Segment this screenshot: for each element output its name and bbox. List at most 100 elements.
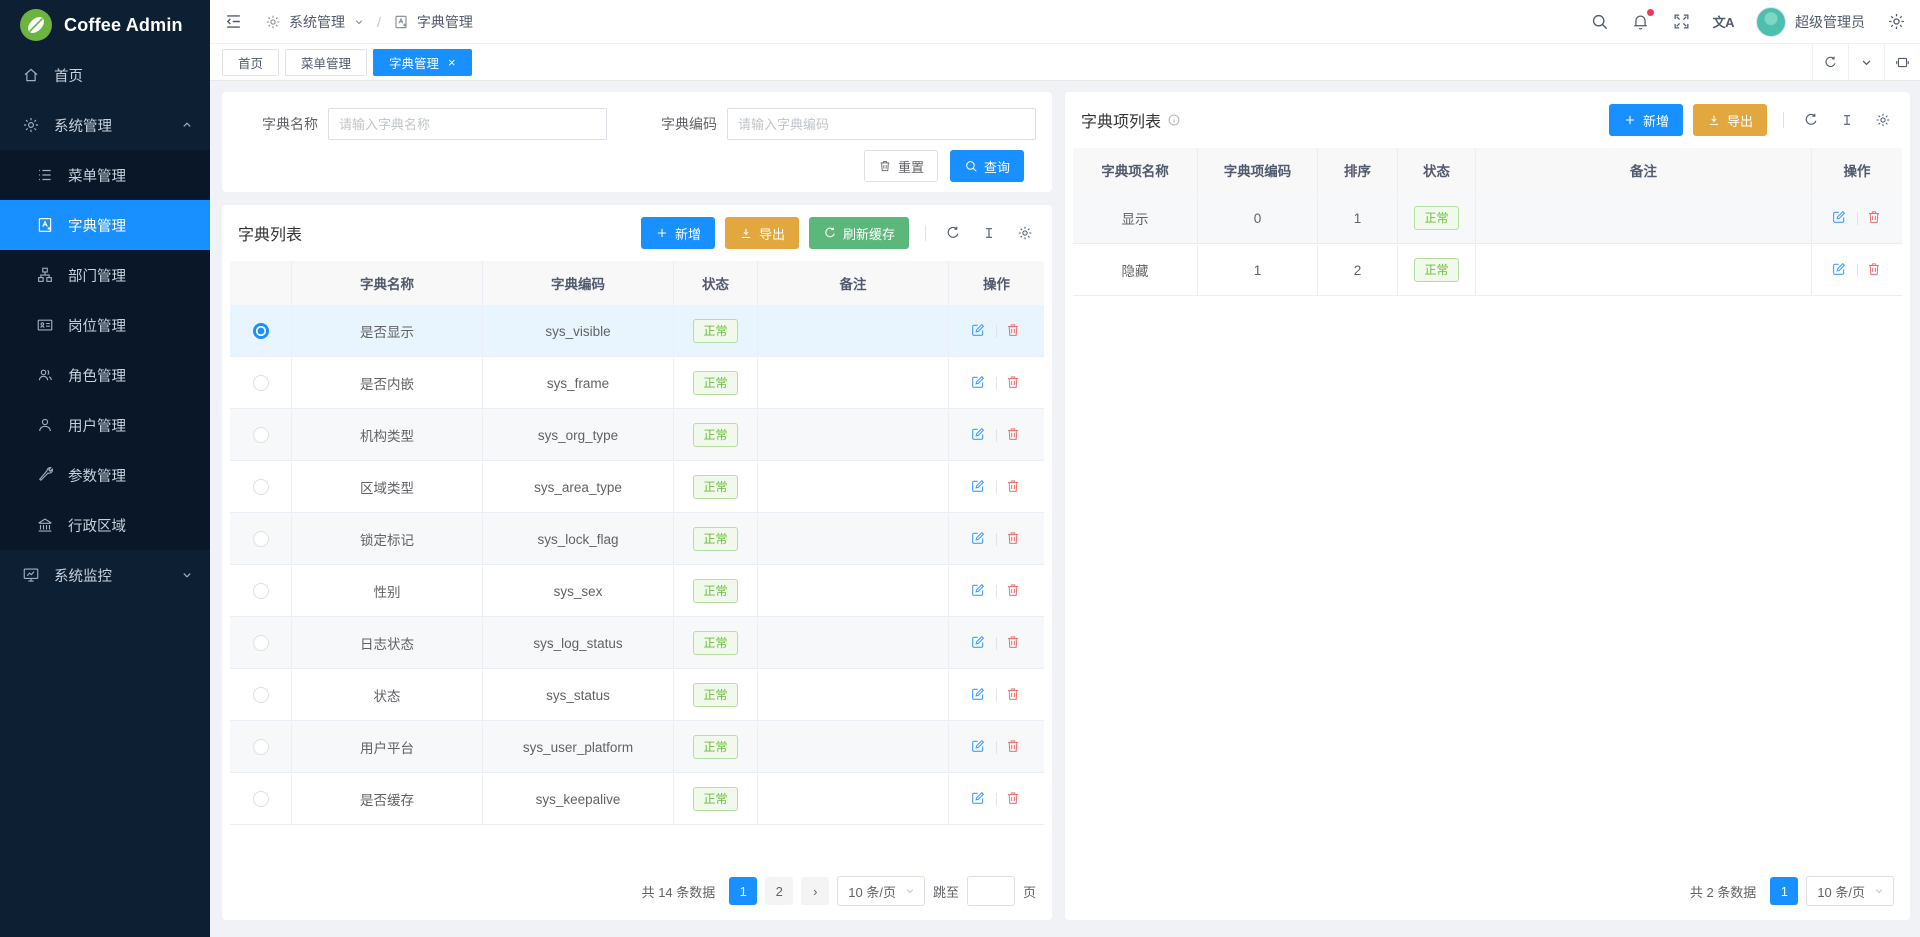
breadcrumb-parent[interactable]: 系统管理: [289, 12, 345, 32]
refresh-table-button[interactable]: [1798, 107, 1824, 133]
sidebar-item-admin-region[interactable]: 行政区域: [0, 500, 210, 550]
table-row[interactable]: 隐藏 1 2 正常: [1073, 244, 1902, 296]
table-row[interactable]: 性别 sys_sex 正常: [230, 565, 1044, 617]
tab-menu-mgmt[interactable]: 菜单管理: [285, 49, 367, 76]
edit-icon[interactable]: [970, 790, 988, 808]
search-button[interactable]: [1590, 12, 1609, 31]
table-row[interactable]: 是否显示 sys_visible 正常: [230, 305, 1044, 357]
add-button-label: 新增: [675, 224, 701, 243]
page-size-select[interactable]: 10 条/页: [1806, 876, 1894, 906]
edit-icon[interactable]: [970, 322, 988, 340]
column-header: 字典项名称: [1073, 148, 1198, 192]
row-radio[interactable]: [253, 635, 269, 651]
reset-button[interactable]: 重置: [864, 150, 938, 182]
table-density-button[interactable]: [976, 220, 1002, 246]
refresh-table-button[interactable]: [940, 220, 966, 246]
tab-options-button[interactable]: [1848, 44, 1884, 80]
refresh-tab-button[interactable]: [1812, 44, 1848, 80]
table-settings-button[interactable]: [1870, 107, 1896, 133]
table-row[interactable]: 日志状态 sys_log_status 正常: [230, 617, 1044, 669]
row-radio[interactable]: [253, 583, 269, 599]
export-dict-button[interactable]: 导出: [725, 217, 799, 249]
add-dict-item-button[interactable]: 新增: [1609, 104, 1683, 136]
row-radio[interactable]: [253, 375, 269, 391]
page-1-button[interactable]: 1: [1770, 877, 1798, 905]
edit-icon[interactable]: [970, 426, 988, 444]
sidebar-item-system[interactable]: 系统管理: [0, 100, 210, 150]
sidebar-item-home[interactable]: 首页: [0, 50, 210, 100]
delete-icon[interactable]: [1005, 426, 1023, 444]
edit-icon[interactable]: [970, 374, 988, 392]
delete-icon[interactable]: [1005, 374, 1023, 392]
table-row[interactable]: 锁定标记 sys_lock_flag 正常: [230, 513, 1044, 565]
close-icon[interactable]: ×: [448, 56, 456, 69]
sidebar-item-post-mgmt[interactable]: 岗位管理: [0, 300, 210, 350]
collapse-sidebar-button[interactable]: [224, 12, 243, 31]
jump-page-input[interactable]: [967, 876, 1015, 906]
delete-icon[interactable]: [1005, 530, 1023, 548]
tab-home[interactable]: 首页: [222, 49, 279, 76]
table-settings-button[interactable]: [1012, 220, 1038, 246]
edit-icon[interactable]: [970, 634, 988, 652]
refresh-cache-button[interactable]: 刷新缓存: [809, 217, 909, 249]
delete-icon[interactable]: [1866, 209, 1884, 227]
delete-icon[interactable]: [1005, 634, 1023, 652]
page-2-button[interactable]: 2: [765, 877, 793, 905]
fullscreen-button[interactable]: [1672, 12, 1691, 31]
maximize-content-button[interactable]: [1884, 44, 1920, 80]
row-radio[interactable]: [253, 739, 269, 755]
delete-icon[interactable]: [1005, 478, 1023, 496]
breadcrumb: 系统管理 / 字典管理: [265, 12, 473, 32]
sidebar-item-label: 首页: [54, 65, 194, 86]
language-switch-button[interactable]: 文A: [1713, 12, 1734, 31]
row-radio[interactable]: [253, 531, 269, 547]
table-density-button[interactable]: [1834, 107, 1860, 133]
sidebar-item-menu-mgmt[interactable]: 菜单管理: [0, 150, 210, 200]
tab-dict-mgmt[interactable]: 字典管理×: [373, 49, 472, 76]
add-dict-button[interactable]: 新增: [641, 217, 715, 249]
delete-icon[interactable]: [1005, 790, 1023, 808]
sidebar-item-monitor[interactable]: 系统监控: [0, 550, 210, 600]
delete-icon[interactable]: [1866, 261, 1884, 279]
next-page-button[interactable]: ›: [801, 877, 829, 905]
edit-icon[interactable]: [970, 478, 988, 496]
edit-icon[interactable]: [970, 530, 988, 548]
row-radio[interactable]: [253, 687, 269, 703]
table-row[interactable]: 是否缓存 sys_keepalive 正常: [230, 773, 1044, 825]
edit-icon[interactable]: [970, 582, 988, 600]
delete-icon[interactable]: [1005, 322, 1023, 340]
divider: [996, 377, 997, 390]
search-card: 字典名称 字典编码 重置: [222, 92, 1052, 192]
sidebar-item-role-mgmt[interactable]: 角色管理: [0, 350, 210, 400]
user-menu[interactable]: 超级管理员: [1756, 7, 1865, 37]
table-row[interactable]: 机构类型 sys_org_type 正常: [230, 409, 1044, 461]
query-button[interactable]: 查询: [950, 150, 1024, 182]
row-radio-checked[interactable]: [253, 323, 269, 339]
delete-icon[interactable]: [1005, 686, 1023, 704]
export-dict-items-button[interactable]: 导出: [1693, 104, 1767, 136]
row-radio[interactable]: [253, 427, 269, 443]
table-row[interactable]: 是否内嵌 sys_frame 正常: [230, 357, 1044, 409]
edit-icon[interactable]: [970, 738, 988, 756]
table-row[interactable]: 显示 0 1 正常: [1073, 192, 1902, 244]
sidebar-item-user-mgmt[interactable]: 用户管理: [0, 400, 210, 450]
page-size-select[interactable]: 10 条/页: [837, 876, 925, 906]
table-row[interactable]: 状态 sys_status 正常: [230, 669, 1044, 721]
row-radio[interactable]: [253, 791, 269, 807]
sidebar-item-dept-mgmt[interactable]: 部门管理: [0, 250, 210, 300]
row-radio[interactable]: [253, 479, 269, 495]
table-row[interactable]: 区域类型 sys_area_type 正常: [230, 461, 1044, 513]
settings-button[interactable]: [1887, 12, 1906, 31]
delete-icon[interactable]: [1005, 582, 1023, 600]
sidebar-item-dict-mgmt[interactable]: 字典管理: [0, 200, 210, 250]
dict-name-input[interactable]: [328, 108, 607, 140]
delete-icon[interactable]: [1005, 738, 1023, 756]
notifications-button[interactable]: [1631, 12, 1650, 31]
page-1-button[interactable]: 1: [729, 877, 757, 905]
table-row[interactable]: 用户平台 sys_user_platform 正常: [230, 721, 1044, 773]
edit-icon[interactable]: [1831, 261, 1849, 279]
edit-icon[interactable]: [970, 686, 988, 704]
dict-code-input[interactable]: [727, 108, 1036, 140]
edit-icon[interactable]: [1831, 209, 1849, 227]
sidebar-item-param-mgmt[interactable]: 参数管理: [0, 450, 210, 500]
